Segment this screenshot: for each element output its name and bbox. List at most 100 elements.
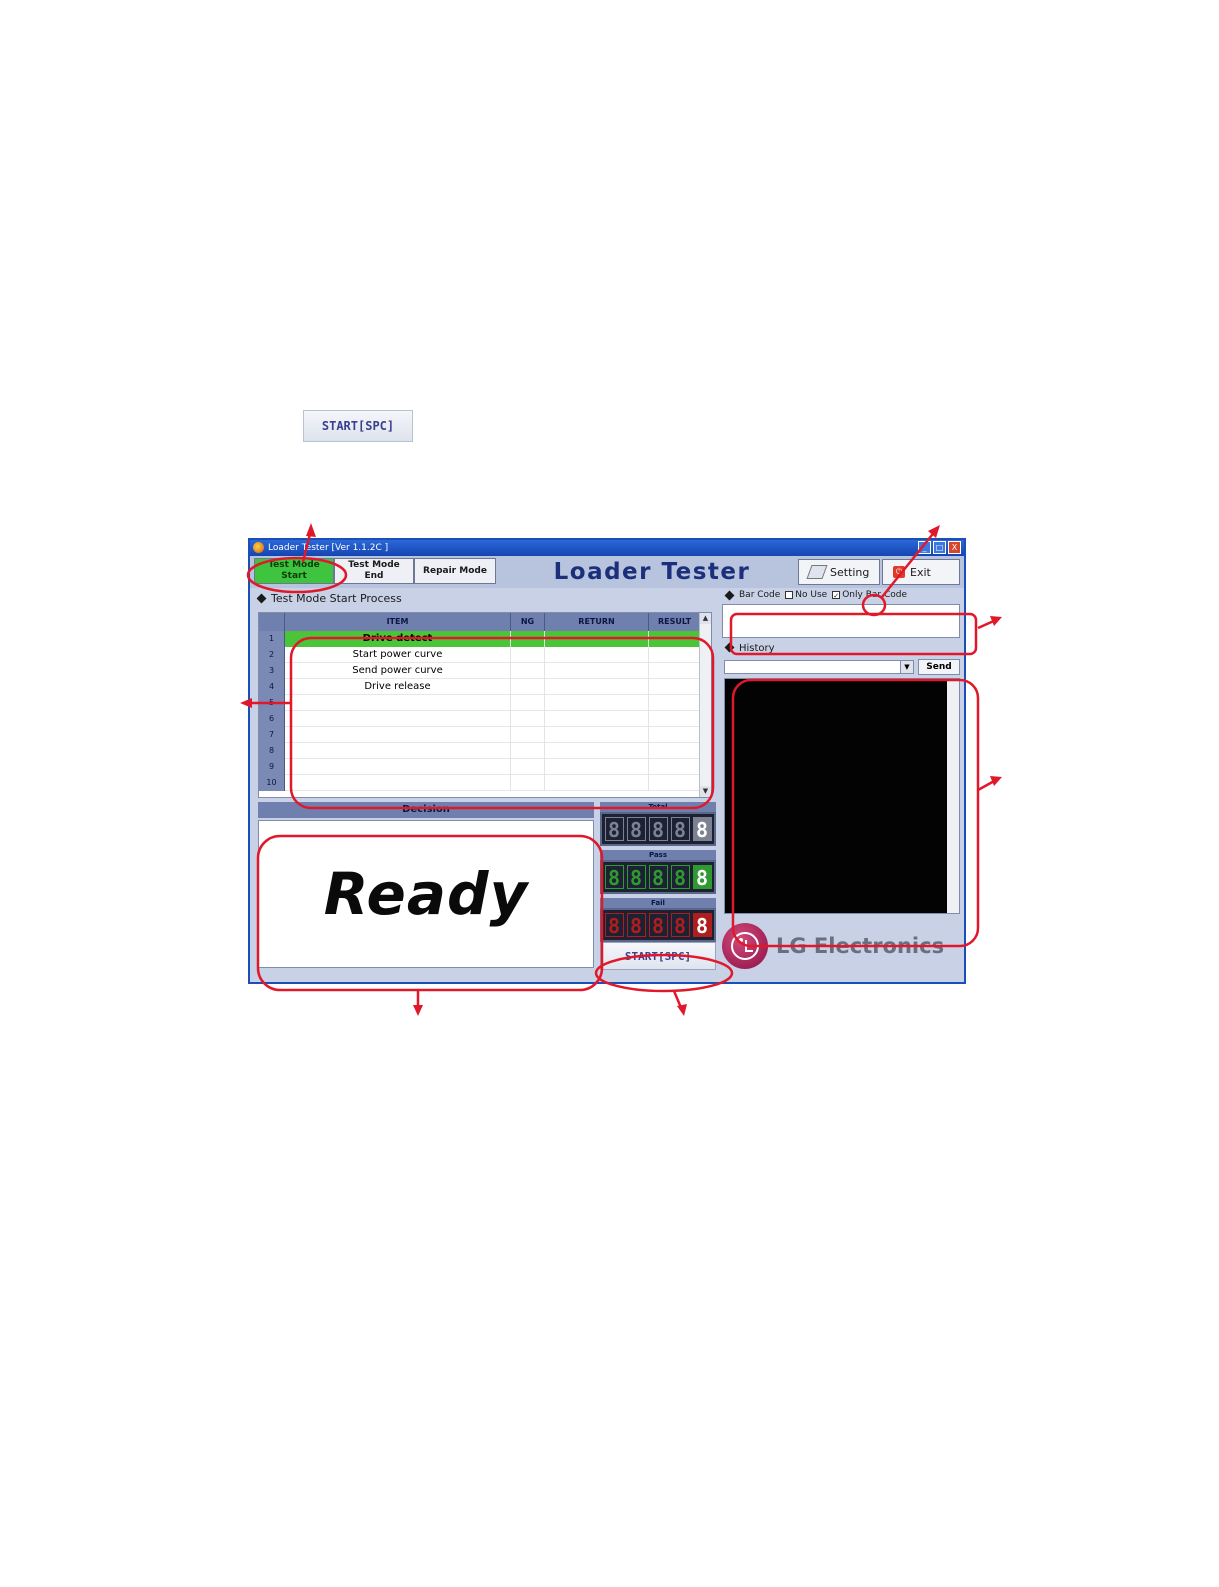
row-cell	[545, 695, 649, 711]
row-number: 2	[259, 647, 285, 663]
arrow-head	[990, 776, 1002, 786]
exit-button[interactable]: ⏻ Exit	[882, 559, 960, 585]
history-header: History	[722, 642, 775, 656]
pass-label: Pass	[600, 850, 716, 860]
close-icon[interactable]: X	[948, 541, 961, 554]
row-cell	[511, 631, 545, 647]
counter-digit: 8	[626, 817, 646, 842]
arrow-head	[677, 1004, 687, 1016]
row-number: 10	[259, 775, 285, 791]
row-cell	[511, 743, 545, 759]
decision-panel: Ready	[258, 820, 594, 968]
col-item: ITEM	[285, 613, 511, 631]
row-number: 3	[259, 663, 285, 679]
minimize-icon[interactable]: _	[918, 541, 931, 554]
row-item: Drive release	[285, 679, 511, 695]
diamond-icon	[256, 593, 267, 604]
start-spc-button-sample[interactable]: START[SPC]	[303, 410, 413, 442]
test-mode-end-button[interactable]: Test Mode End	[334, 558, 414, 584]
arrow-head	[306, 523, 316, 537]
counter-digit: 8	[604, 865, 624, 890]
pass-counter: 88888	[600, 860, 716, 894]
barcode-input[interactable]	[722, 604, 960, 638]
counter-digit: 8	[648, 865, 668, 890]
table-row[interactable]: 3 Send power curve	[259, 663, 701, 679]
row-cell	[649, 743, 701, 759]
counter-digit: 8	[692, 913, 712, 938]
table-row[interactable]: 4 Drive release	[259, 679, 701, 695]
row-cell	[511, 759, 545, 775]
scroll-down-icon[interactable]: ▼	[700, 786, 711, 797]
repair-mode-button[interactable]: Repair Mode	[414, 558, 496, 584]
row-number: 5	[259, 695, 285, 711]
grid-scrollbar[interactable]: ▲ ▼	[699, 613, 711, 797]
test-mode-start-button[interactable]: Test Mode Start	[254, 558, 334, 584]
table-row[interactable]: 8	[259, 743, 701, 759]
app-title: Loader Tester	[553, 559, 751, 585]
chevron-down-icon[interactable]: ▼	[900, 661, 913, 673]
table-row[interactable]: 2 Start power curve	[259, 647, 701, 663]
send-button[interactable]: Send	[918, 659, 960, 675]
only-barcode-checkbox[interactable]: ✓	[832, 591, 841, 600]
counter-digit: 8	[692, 865, 712, 890]
total-label: Total	[600, 802, 716, 812]
counter-digit: 8	[604, 913, 624, 938]
row-cell	[545, 775, 649, 791]
history-scrollbar[interactable]	[947, 679, 959, 913]
decision-header: Decision	[258, 802, 594, 818]
row-cell	[511, 647, 545, 663]
no-use-label: No Use	[795, 590, 828, 600]
col-return: RETURN	[545, 613, 649, 631]
counter-digit: 8	[670, 913, 690, 938]
col-result: RESULT	[649, 613, 701, 631]
row-cell	[545, 663, 649, 679]
row-cell	[649, 679, 701, 695]
row-cell	[545, 759, 649, 775]
row-item	[285, 759, 511, 775]
row-cell	[545, 631, 649, 647]
arrow-line	[977, 618, 997, 630]
row-cell	[649, 695, 701, 711]
row-item	[285, 727, 511, 743]
table-row[interactable]: 9	[259, 759, 701, 775]
diamond-icon	[724, 590, 735, 600]
start-spc-button[interactable]: START[SPC]	[600, 942, 716, 970]
row-item	[285, 775, 511, 791]
arrow-line	[672, 990, 684, 1011]
barcode-header: Bar Code No Use ✓ Only Bar Code	[722, 588, 962, 602]
table-row[interactable]: 1 Drive detect	[259, 631, 701, 647]
history-log[interactable]	[724, 678, 960, 914]
window-title: Loader Tester [Ver 1.1.2C ]	[268, 543, 389, 553]
setting-button[interactable]: Setting	[798, 559, 880, 585]
fail-counter: 88888	[600, 908, 716, 942]
row-cell	[649, 727, 701, 743]
row-number: 8	[259, 743, 285, 759]
counter-digit: 8	[670, 865, 690, 890]
total-counter: 88888	[600, 812, 716, 846]
row-cell	[545, 679, 649, 695]
diamond-icon	[724, 642, 735, 653]
table-row[interactable]: 5	[259, 695, 701, 711]
row-cell	[649, 711, 701, 727]
counter-digit: 8	[648, 817, 668, 842]
maximize-icon[interactable]: □	[933, 541, 946, 554]
grid-header-num	[259, 613, 285, 631]
brand-area: LG Electronics	[722, 920, 962, 972]
no-use-checkbox[interactable]	[785, 591, 794, 599]
row-cell	[649, 663, 701, 679]
row-cell	[649, 759, 701, 775]
row-cell	[511, 663, 545, 679]
table-row[interactable]: 7	[259, 727, 701, 743]
only-barcode-label: Only Bar Code	[842, 590, 907, 600]
scroll-up-icon[interactable]: ▲	[700, 613, 711, 624]
counter-digit: 8	[626, 865, 646, 890]
history-select[interactable]: ▼	[724, 660, 914, 674]
counter-digit: 8	[670, 817, 690, 842]
table-row[interactable]: 10	[259, 775, 701, 791]
fail-label: Fail	[600, 898, 716, 908]
arrow-line	[977, 778, 997, 792]
table-row[interactable]: 6	[259, 711, 701, 727]
row-item: Start power curve	[285, 647, 511, 663]
row-cell	[649, 775, 701, 791]
row-cell	[545, 647, 649, 663]
